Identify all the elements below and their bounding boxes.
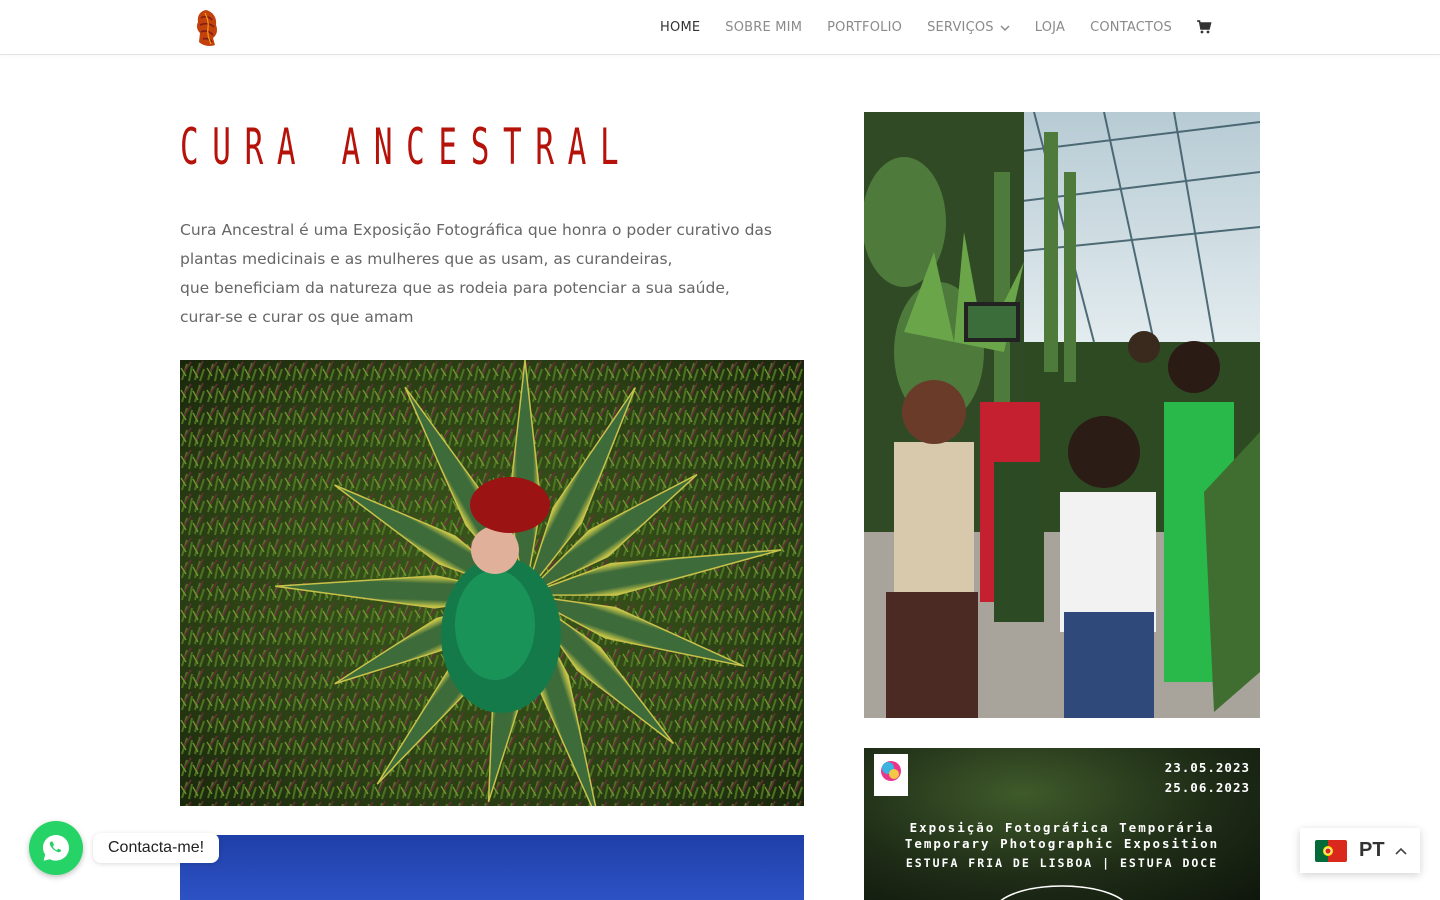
site-header: HOME SOBRE MIM PORTFOLIO SERVIÇOS LOJA C…	[0, 0, 1440, 54]
chevron-up-icon	[1394, 847, 1407, 855]
exhibition-poster[interactable]: 23.05.2023 25.06.2023 Exposição Fotográf…	[864, 748, 1260, 900]
poster-date-start: 23.05.2023	[1164, 760, 1250, 775]
description-line: curar-se e curar os que amam	[180, 308, 414, 326]
poster-logo	[874, 754, 908, 796]
site-logo[interactable]	[192, 8, 222, 48]
portugal-flag-icon	[1315, 839, 1347, 862]
blue-photo-partial[interactable]	[180, 835, 804, 900]
agave-photo[interactable]	[180, 360, 804, 806]
nav-servicos[interactable]: SERVIÇOS	[927, 20, 1010, 35]
whatsapp-button[interactable]	[29, 821, 83, 875]
nav-loja[interactable]: LOJA	[1035, 20, 1065, 35]
nav-home[interactable]: HOME	[660, 20, 700, 35]
agave-photo-illustration	[180, 360, 804, 806]
language-code: PT	[1359, 839, 1385, 861]
greenhouse-photo[interactable]	[864, 112, 1260, 718]
description-line: Cura Ancestral é uma Exposição Fotográfi…	[180, 221, 772, 239]
shopping-cart-icon[interactable]	[1196, 19, 1212, 35]
poster-circle-decoration	[1000, 885, 1124, 900]
poster-title-pt: Exposição Fotográfica Temporária	[909, 820, 1215, 835]
nav-sobre-mim[interactable]: SOBRE MIM	[725, 20, 802, 35]
whatsapp-label[interactable]: Contacta-me!	[93, 833, 220, 863]
nav-portfolio[interactable]: PORTFOLIO	[827, 20, 902, 35]
poster-date-end: 25.06.2023	[1164, 780, 1250, 795]
whatsapp-icon	[43, 835, 69, 861]
description-line: que beneficiam da natureza que as rodeia…	[180, 279, 730, 297]
language-switcher[interactable]: PT	[1300, 828, 1420, 873]
poster-venue: ESTUFA FRIA DE LISBOA | ESTUFA DOCE	[905, 856, 1219, 870]
poster-title-en: Temporary Photographic Exposition	[904, 836, 1220, 851]
greenhouse-photo-illustration	[864, 112, 1260, 718]
main-nav: HOME SOBRE MIM PORTFOLIO SERVIÇOS LOJA C…	[635, 0, 1212, 54]
nav-servicos-label: SERVIÇOS	[927, 19, 994, 35]
description-line: plantas medicinais e as mulheres que as …	[180, 250, 673, 268]
description: Cura Ancestral é uma Exposição Fotográfi…	[180, 216, 780, 332]
page-title: CURA ANCESTRAL	[180, 118, 633, 176]
nav-contactos[interactable]: CONTACTOS	[1090, 20, 1172, 35]
chevron-down-icon	[1000, 25, 1010, 32]
